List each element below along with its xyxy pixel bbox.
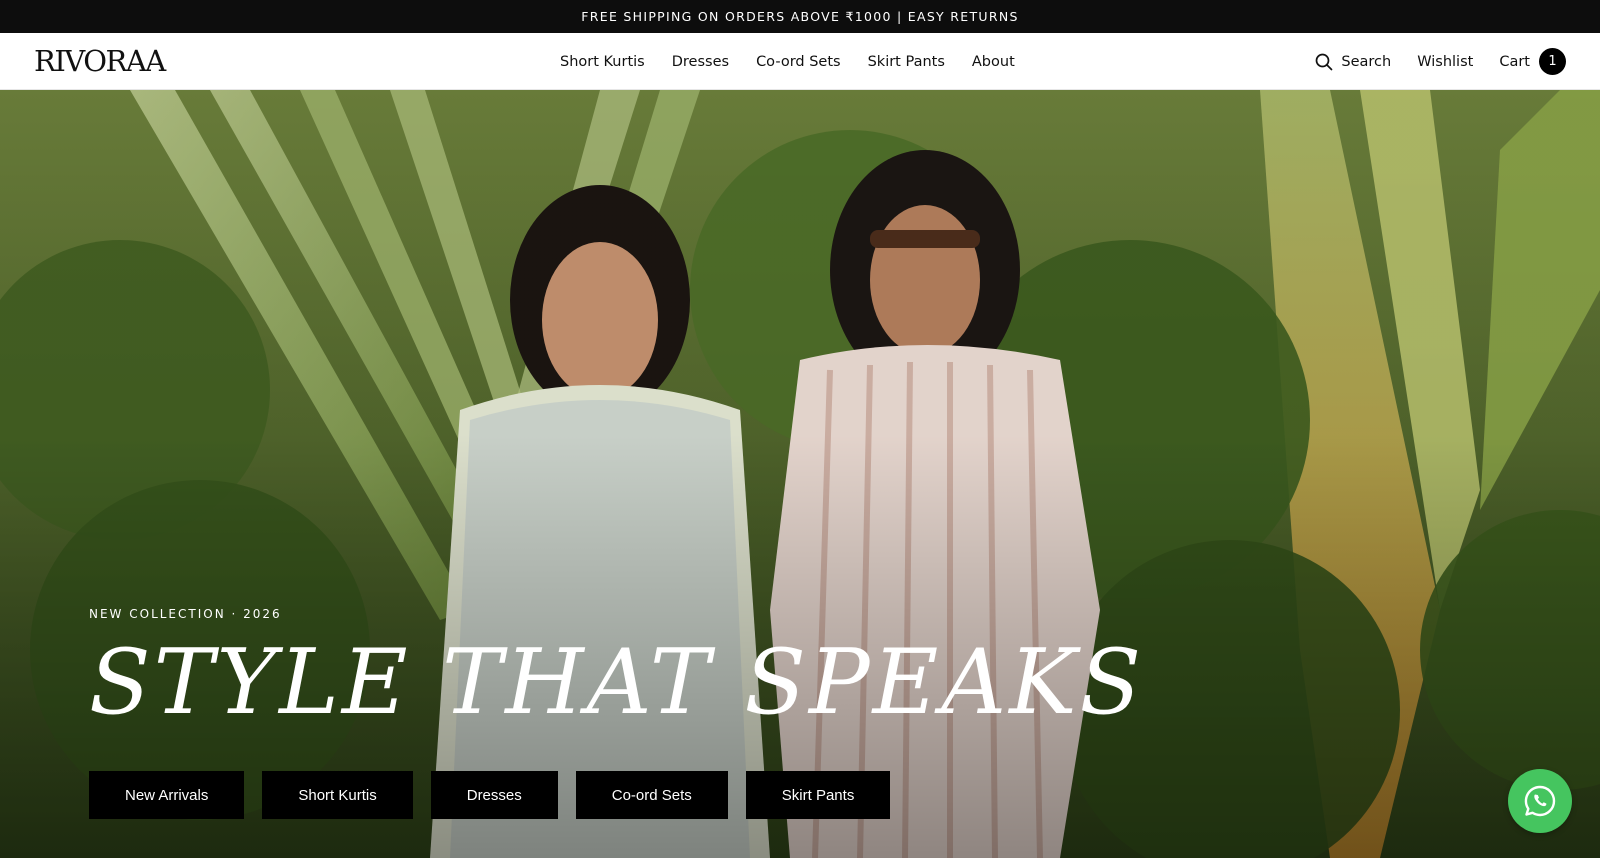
cart-label: Cart [1499,53,1530,70]
search-link[interactable]: Search [1315,53,1391,71]
nav-short-kurtis[interactable]: Short Kurtis [560,54,645,70]
cta-new-arrivals[interactable]: New Arrivals [89,771,245,819]
nav-about[interactable]: About [972,54,1015,70]
header-utility: Search Wishlist Cart 1 [1315,33,1566,90]
cart-link[interactable]: Cart 1 [1499,48,1566,75]
hero-content: NEW COLLECTION · 2026 STYLE THAT SPEAKS … [89,607,1289,819]
hero-banner: NEW COLLECTION · 2026 STYLE THAT SPEAKS … [0,90,1600,858]
nav-skirt-pants[interactable]: Skirt Pants [868,54,945,70]
hero-headline: STYLE THAT SPEAKS [89,630,1145,735]
search-label: Search [1341,53,1392,70]
wishlist-link[interactable]: Wishlist [1417,54,1473,70]
hero-cta-row: New Arrivals Short Kurtis Dresses Co-ord… [89,771,1289,819]
nav-co-ord-sets[interactable]: Co-ord Sets [756,54,841,70]
cta-dresses[interactable]: Dresses [430,771,558,819]
site-header: RIVORAA Short Kurtis Dresses Co-ord Sets… [0,33,1600,90]
announcement-text: FREE SHIPPING ON ORDERS ABOVE ₹1000 | EA… [581,9,1019,24]
brand-logo[interactable]: RIVORAA [34,43,166,79]
cart-count-badge: 1 [1539,48,1566,75]
cta-skirt-pants[interactable]: Skirt Pants [745,771,891,819]
search-icon [1316,53,1333,70]
whatsapp-icon [1524,785,1556,817]
whatsapp-chat-button[interactable] [1508,769,1572,833]
main-nav: Short Kurtis Dresses Co-ord Sets Skirt P… [560,33,1015,90]
cta-co-ord-sets[interactable]: Co-ord Sets [575,771,728,819]
nav-dresses[interactable]: Dresses [672,54,729,70]
cta-short-kurtis[interactable]: Short Kurtis [262,771,413,819]
hero-eyebrow: NEW COLLECTION · 2026 [89,607,282,621]
announcement-bar: FREE SHIPPING ON ORDERS ABOVE ₹1000 | EA… [0,0,1600,33]
